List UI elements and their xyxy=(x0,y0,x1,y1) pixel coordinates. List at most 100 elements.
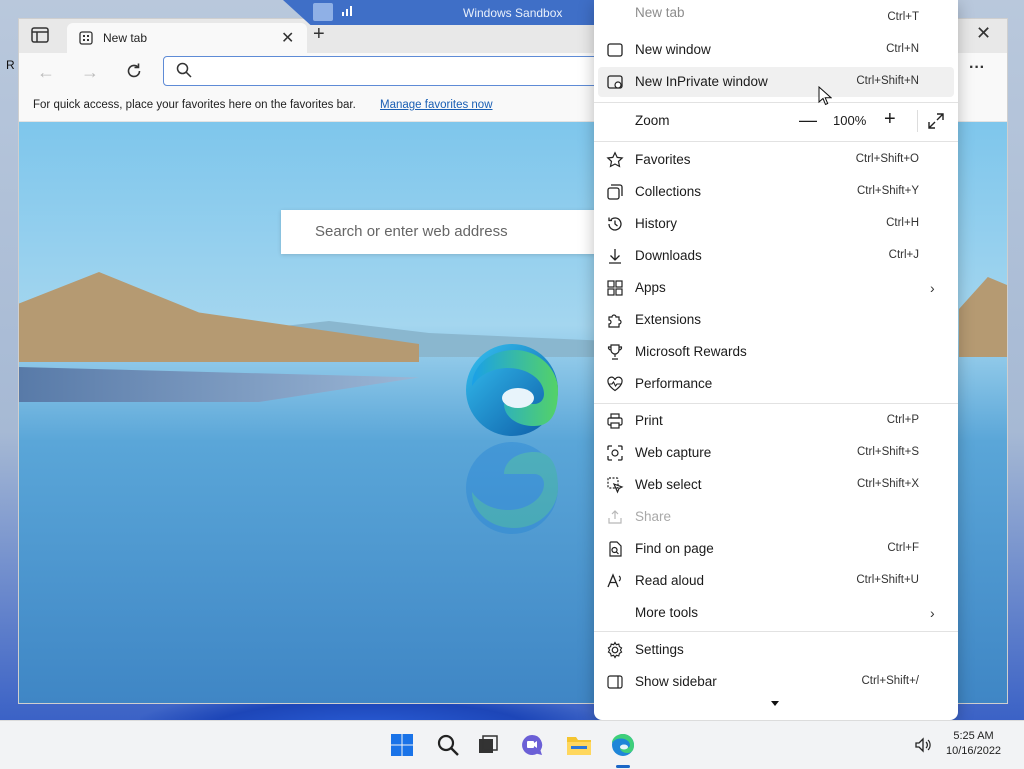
star-icon xyxy=(606,151,624,169)
menu-item-label: Show sidebar xyxy=(635,674,717,689)
menu-item-shortcut: Ctrl+T xyxy=(887,11,919,23)
search-icon[interactable] xyxy=(436,733,460,757)
menu-item-performance[interactable]: Performance xyxy=(594,369,958,399)
zoom-value: 100% xyxy=(833,113,867,128)
menu-item-label: Downloads xyxy=(635,248,702,263)
background-shore xyxy=(19,367,419,402)
taskbar: 5:25 AM 10/16/2022 xyxy=(0,720,1024,769)
menu-item-history[interactable]: History Ctrl+H xyxy=(594,209,958,239)
menu-item-label: Collections xyxy=(635,184,702,199)
trophy-icon xyxy=(606,343,624,361)
zoom-out-button[interactable]: — xyxy=(799,110,817,131)
menu-separator xyxy=(594,403,958,404)
mouse-cursor-icon xyxy=(818,86,832,106)
menu-separator xyxy=(594,141,958,142)
window-close-button[interactable]: ✕ xyxy=(976,23,991,44)
menu-item-shortcut: Ctrl+J xyxy=(888,249,919,261)
menu-item-shortcut: Ctrl+P xyxy=(886,414,919,426)
system-clock[interactable]: 5:25 AM 10/16/2022 xyxy=(946,729,1001,759)
menu-item-label: Extensions xyxy=(635,312,702,327)
menu-item-show-sidebar[interactable]: Show sidebar Ctrl+Shift+/ xyxy=(594,667,958,697)
menu-scroll-down-icon[interactable] xyxy=(770,700,780,708)
menu-item-shortcut: Ctrl+N xyxy=(886,43,919,55)
background-hill-right xyxy=(959,277,1007,357)
collections-icon xyxy=(606,183,624,201)
menu-item-label: More tools xyxy=(635,605,699,620)
menu-item-label: Web select xyxy=(635,477,702,492)
menu-item-new-tab[interactable]: New tab Ctrl+T xyxy=(594,0,958,30)
menu-item-shortcut: Ctrl+H xyxy=(886,217,919,229)
menu-item-collections[interactable]: Collections Ctrl+Shift+Y xyxy=(594,177,958,207)
chat-icon[interactable] xyxy=(520,733,544,757)
menu-item-extensions[interactable]: Extensions xyxy=(594,305,958,335)
page-search-box[interactable]: Search or enter web address xyxy=(281,210,611,254)
menu-item-web-capture[interactable]: Web capture Ctrl+Shift+S xyxy=(594,438,958,468)
page-search-placeholder: Search or enter web address xyxy=(315,223,508,240)
menu-item-label: New window xyxy=(635,42,711,57)
heartbeat-icon xyxy=(606,375,624,393)
menu-item-more-tools[interactable]: More tools › xyxy=(594,598,958,628)
volume-icon[interactable] xyxy=(914,737,932,753)
settings-menu: New tab Ctrl+T New window Ctrl+N New InP… xyxy=(594,0,958,720)
menu-item-microsoft-rewards[interactable]: Microsoft Rewards xyxy=(594,337,958,367)
menu-item-new-inprivate-window[interactable]: New InPrivate window Ctrl+Shift+N xyxy=(598,67,954,97)
window-icon xyxy=(606,41,624,59)
refresh-icon[interactable] xyxy=(125,62,143,80)
menu-item-label: Find on page xyxy=(635,541,714,556)
favorites-bar-message: For quick access, place your favorites h… xyxy=(33,99,356,111)
print-icon xyxy=(606,412,624,430)
menu-item-label: Web capture xyxy=(635,445,712,460)
menu-item-label: History xyxy=(635,216,678,231)
menu-item-label: New InPrivate window xyxy=(635,74,768,89)
menu-item-label: New tab xyxy=(635,5,685,20)
menu-item-apps[interactable]: Apps › xyxy=(594,273,958,303)
edge-logo-icon xyxy=(464,342,560,438)
zoom-divider xyxy=(917,110,918,132)
tab-actions-icon[interactable] xyxy=(31,27,51,45)
address-bar[interactable] xyxy=(163,56,615,86)
menu-item-web-select[interactable]: Web select Ctrl+Shift+X xyxy=(594,470,958,500)
file-explorer-icon[interactable] xyxy=(566,733,591,757)
menu-item-downloads[interactable]: Downloads Ctrl+J xyxy=(594,241,958,271)
clock-time: 5:25 AM xyxy=(953,730,994,742)
menu-item-settings[interactable]: Settings xyxy=(594,635,958,665)
menu-item-read-aloud[interactable]: Read aloud Ctrl+Shift+U xyxy=(594,566,958,596)
menu-item-label: Print xyxy=(635,413,663,428)
clock-date: 10/16/2022 xyxy=(946,745,1002,757)
new-tab-page-icon xyxy=(79,31,93,45)
fullscreen-icon[interactable] xyxy=(927,112,945,130)
manage-favorites-link[interactable]: Manage favorites now xyxy=(380,99,493,111)
history-icon xyxy=(606,215,624,233)
sidebar-icon xyxy=(606,673,624,691)
menu-item-find-on-page[interactable]: Find on page Ctrl+F xyxy=(594,534,958,564)
menu-item-shortcut: Ctrl+Shift+Y xyxy=(857,185,919,197)
puzzle-icon xyxy=(606,311,624,329)
edge-browser-icon[interactable] xyxy=(611,733,635,757)
menu-item-label: Favorites xyxy=(635,152,691,167)
menu-item-shortcut: Ctrl+Shift+X xyxy=(857,478,919,490)
find-icon xyxy=(606,540,624,558)
zoom-label: Zoom xyxy=(635,113,670,128)
sandbox-title: Windows Sandbox xyxy=(463,6,563,20)
forward-icon[interactable]: → xyxy=(81,62,99,83)
more-options-button[interactable]: ··· xyxy=(969,59,985,77)
back-icon[interactable]: ← xyxy=(37,62,55,83)
task-view-icon[interactable] xyxy=(476,733,500,757)
capture-icon xyxy=(606,444,624,462)
menu-item-label: Share xyxy=(635,509,672,524)
menu-item-label: Read aloud xyxy=(635,573,705,588)
zoom-in-button[interactable]: + xyxy=(884,108,896,131)
menu-item-label: Performance xyxy=(635,376,713,391)
menu-item-favorites[interactable]: Favorites Ctrl+Shift+O xyxy=(594,145,958,175)
read-aloud-icon xyxy=(606,572,624,590)
connection-bars-icon xyxy=(341,3,355,21)
new-tab-button[interactable]: + xyxy=(313,23,325,46)
start-windows-icon[interactable] xyxy=(390,733,414,757)
chevron-right-icon: › xyxy=(930,605,935,621)
tab-new-tab[interactable]: New tab ✕ xyxy=(67,23,307,53)
menu-item-shortcut: Ctrl+Shift+N xyxy=(856,75,919,87)
tab-close-icon[interactable]: ✕ xyxy=(281,28,294,48)
menu-item-print[interactable]: Print Ctrl+P xyxy=(594,406,958,436)
sandbox-pin-icon[interactable] xyxy=(313,3,333,21)
menu-item-new-window[interactable]: New window Ctrl+N xyxy=(594,35,958,65)
